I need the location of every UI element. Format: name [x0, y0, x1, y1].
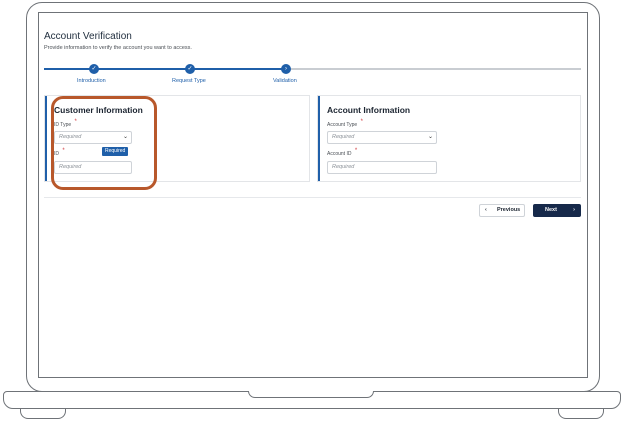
step-request-type-check-icon[interactable]: ✓ — [185, 64, 195, 74]
page-subtitle: Provide information to verify the accoun… — [44, 45, 192, 51]
laptop-foot-right — [558, 409, 604, 419]
account-id-label: Account ID * — [327, 148, 358, 157]
highlight-annotation — [51, 96, 157, 190]
account-information-title: Account Information — [327, 105, 411, 115]
step-introduction-check-icon[interactable]: ✓ — [89, 64, 99, 74]
chevron-down-icon: ⌄ — [427, 134, 433, 140]
chevron-right-icon: › — [573, 207, 575, 213]
laptop-base-lip — [248, 391, 374, 398]
footer-divider — [44, 197, 581, 198]
step-validation-chevron-right-icon[interactable]: › — [281, 64, 291, 74]
step-introduction-label[interactable]: Introduction — [77, 78, 106, 84]
account-information-card: Account Information Account Type * Requi… — [317, 95, 581, 182]
card-accent-bar — [45, 96, 47, 181]
laptop-foot-left — [20, 409, 66, 419]
laptop-screen: Account Verification Provide information… — [38, 12, 588, 378]
next-button[interactable]: Next › — [533, 204, 581, 217]
page-title: Account Verification — [44, 31, 132, 42]
required-marker: * — [354, 148, 358, 154]
chevron-left-icon: ‹ — [485, 207, 487, 213]
required-marker: * — [360, 119, 363, 125]
step-validation-label[interactable]: Validation — [273, 78, 297, 84]
step-request-type-label[interactable]: Request Type — [172, 78, 206, 84]
previous-button[interactable]: ‹ Previous — [479, 204, 525, 217]
account-id-input[interactable]: Required — [327, 161, 437, 174]
account-type-select[interactable]: Required ⌄ — [327, 131, 437, 144]
progress-track-complete — [44, 68, 286, 70]
card-accent-bar — [318, 96, 320, 181]
account-type-label: Account Type * — [327, 119, 363, 128]
